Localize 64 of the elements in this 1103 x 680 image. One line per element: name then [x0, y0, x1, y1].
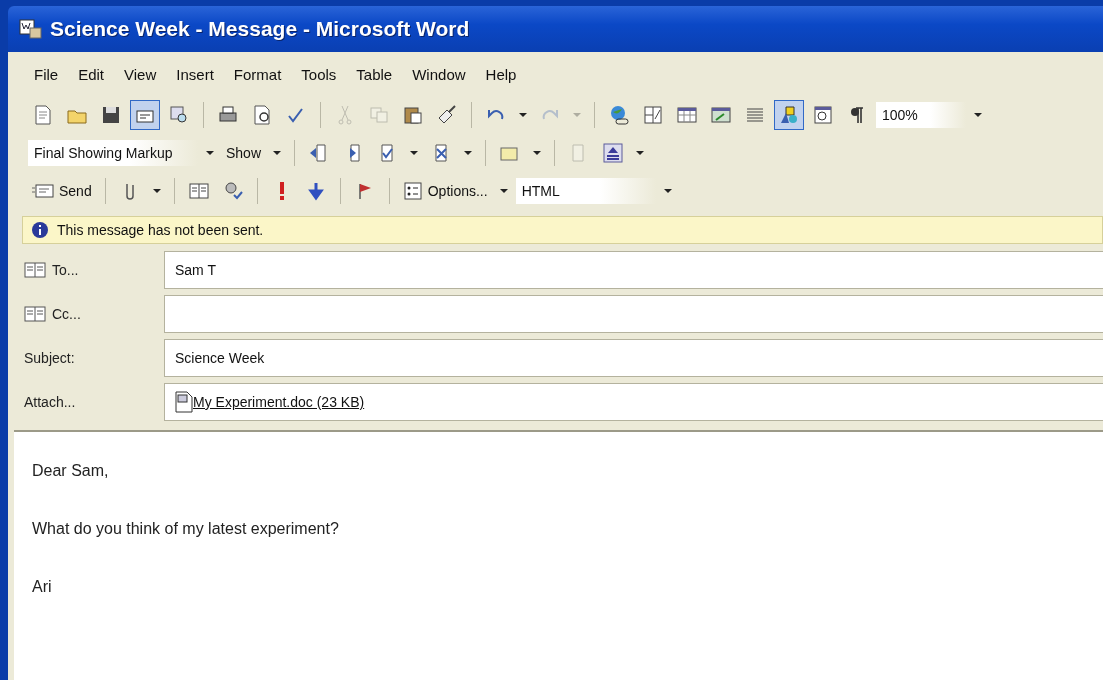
field-label: Subject:	[24, 350, 75, 366]
drawing-icon	[778, 104, 800, 126]
clipboard-icon	[402, 104, 424, 126]
field-label[interactable]: Cc...	[52, 306, 81, 322]
caret-icon[interactable]	[662, 188, 673, 194]
envelope-icon	[32, 183, 54, 199]
menu-item[interactable]: File	[26, 63, 67, 85]
caret-icon[interactable]	[518, 112, 528, 118]
table-icon	[676, 104, 698, 126]
save-icon	[100, 104, 122, 126]
body-paragraph: What do you think of my latest experiment?	[32, 520, 340, 538]
caret-icon[interactable]	[151, 188, 162, 194]
body-paragraph: Dear Sam,	[32, 462, 110, 480]
options-icon	[402, 181, 423, 201]
new-document-icon	[32, 104, 54, 126]
menu-item[interactable]: Insert	[168, 63, 222, 85]
menu-item[interactable]: Table	[348, 63, 401, 85]
toolbar-button[interactable]	[130, 100, 160, 130]
caret-icon[interactable]	[272, 150, 283, 156]
zoom-dropdown[interactable]: 100%	[876, 102, 966, 128]
address-book-icon	[24, 261, 46, 279]
caret-icon[interactable]	[498, 188, 509, 194]
field-value: Science Week	[175, 350, 265, 366]
caret-icon[interactable]	[409, 150, 420, 156]
caret-icon[interactable]	[532, 150, 543, 156]
field-value: Sam T	[175, 262, 216, 278]
menu-item[interactable]: Window	[404, 63, 474, 85]
info-message: This message has not been sent.	[57, 222, 264, 238]
word-document-icon	[18, 18, 42, 40]
show-button[interactable]: Show	[222, 143, 266, 163]
field-label[interactable]: To...	[52, 262, 79, 278]
magnifier-window-icon	[812, 104, 834, 126]
menu-item[interactable]: Help	[477, 63, 525, 85]
search-icon	[168, 104, 190, 126]
info-icon	[31, 221, 49, 239]
menu-item[interactable]: View	[116, 63, 165, 85]
caret-icon[interactable]	[973, 112, 983, 118]
input-field[interactable]: My Experiment.doc (23 KB)	[164, 383, 1103, 421]
globe-link-icon	[608, 104, 630, 126]
field-label: Attach...	[24, 394, 76, 410]
exclamation-icon	[278, 182, 285, 200]
paintbrush-icon	[436, 104, 458, 126]
caret-icon[interactable]	[463, 150, 474, 156]
caret-icon[interactable]	[205, 150, 215, 156]
send-button[interactable]: Send	[28, 181, 96, 201]
magnifier-page-icon	[251, 104, 273, 126]
address-book-icon	[187, 180, 210, 202]
message-body[interactable]: Dear Sam, What do you think of my latest experiment? Ari	[14, 430, 1103, 680]
address-book-icon	[24, 305, 46, 323]
spreadsheet-icon	[710, 104, 732, 126]
input-field[interactable]	[164, 295, 1103, 333]
menu-item[interactable]: Tools	[293, 63, 345, 85]
word-document-icon	[175, 391, 193, 413]
body-paragraph: Ari	[32, 578, 53, 596]
caret-icon[interactable]	[635, 150, 646, 156]
menu-item[interactable]: Edit	[70, 63, 113, 85]
options-button[interactable]: Options...	[398, 179, 492, 203]
window-title: Science Week - Message - Microsoft Word	[50, 17, 470, 41]
copy-icon	[368, 104, 390, 126]
attachment-link[interactable]: My Experiment.doc (23 KB)	[193, 394, 365, 410]
input-field[interactable]: Science Week	[164, 339, 1103, 377]
table-pencil-icon	[642, 104, 664, 126]
menu-item[interactable]: Format	[225, 63, 290, 85]
input-field[interactable]: Sam T	[164, 251, 1103, 289]
